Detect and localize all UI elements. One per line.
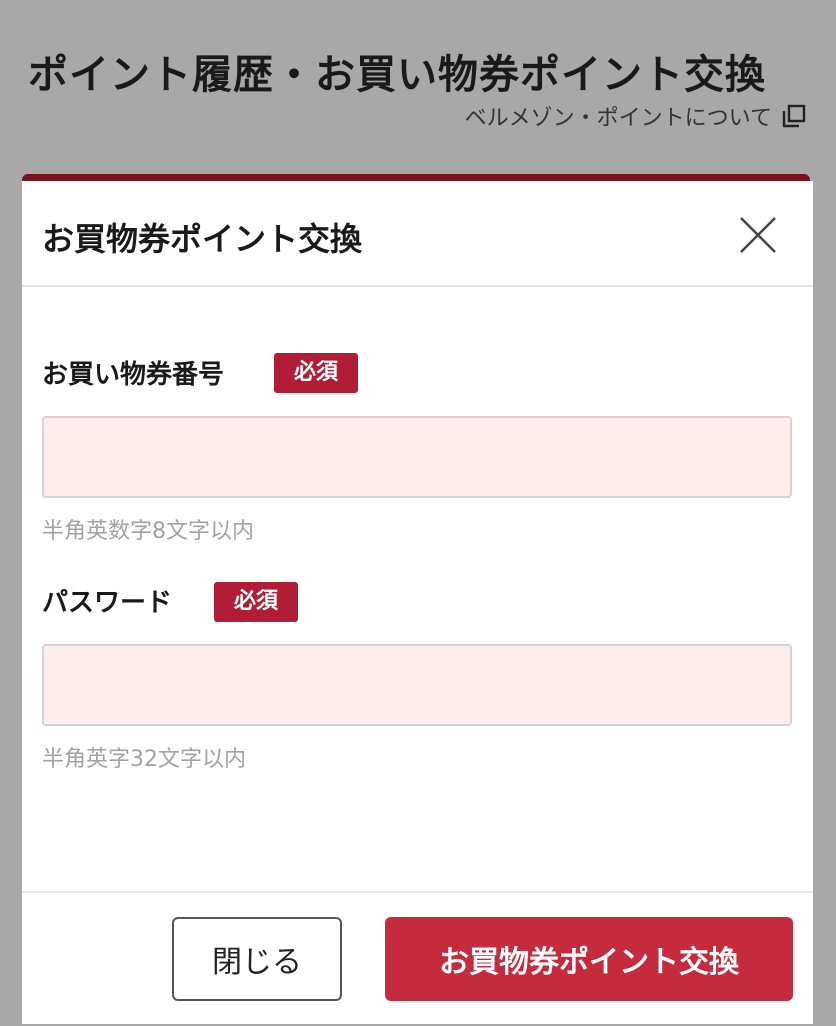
about-link-label: ベルメゾン・ポイントについて bbox=[464, 106, 772, 131]
page-title: ポイント履歴・お買い物券ポイント交換 bbox=[28, 52, 766, 98]
external-window-icon bbox=[782, 104, 806, 128]
password-hint: 半角英字32文字以内 bbox=[42, 747, 246, 772]
modal-title: お買物券ポイント交換 bbox=[42, 220, 363, 258]
modal-header: お買物券ポイント交換 bbox=[22, 181, 813, 287]
modal-footer: 閉じる お買物券ポイント交換 bbox=[22, 891, 813, 1026]
required-badge: 必須 bbox=[214, 582, 299, 622]
voucher-number-hint: 半角英数字8文字以内 bbox=[42, 519, 254, 544]
exchange-submit-button[interactable]: お買物券ポイント交換 bbox=[385, 917, 793, 1001]
points-about-link[interactable]: ベルメゾン・ポイントについて bbox=[465, 100, 806, 132]
exchange-modal: お買物券ポイント交換 お買い物券番号 必須 半角英数字8文字以内 パスワード 必… bbox=[22, 181, 813, 1024]
close-icon[interactable] bbox=[739, 216, 777, 254]
voucher-number-label: お買い物券番号 bbox=[42, 360, 225, 390]
voucher-number-input[interactable] bbox=[42, 416, 792, 498]
page-header: ポイント履歴・お買い物券ポイント交換 ベルメゾン・ポイントについて bbox=[0, 0, 836, 175]
required-badge: 必須 bbox=[274, 353, 359, 393]
close-button[interactable]: 閉じる bbox=[172, 917, 342, 1001]
password-label: パスワード bbox=[42, 588, 173, 618]
password-input[interactable] bbox=[42, 644, 792, 726]
